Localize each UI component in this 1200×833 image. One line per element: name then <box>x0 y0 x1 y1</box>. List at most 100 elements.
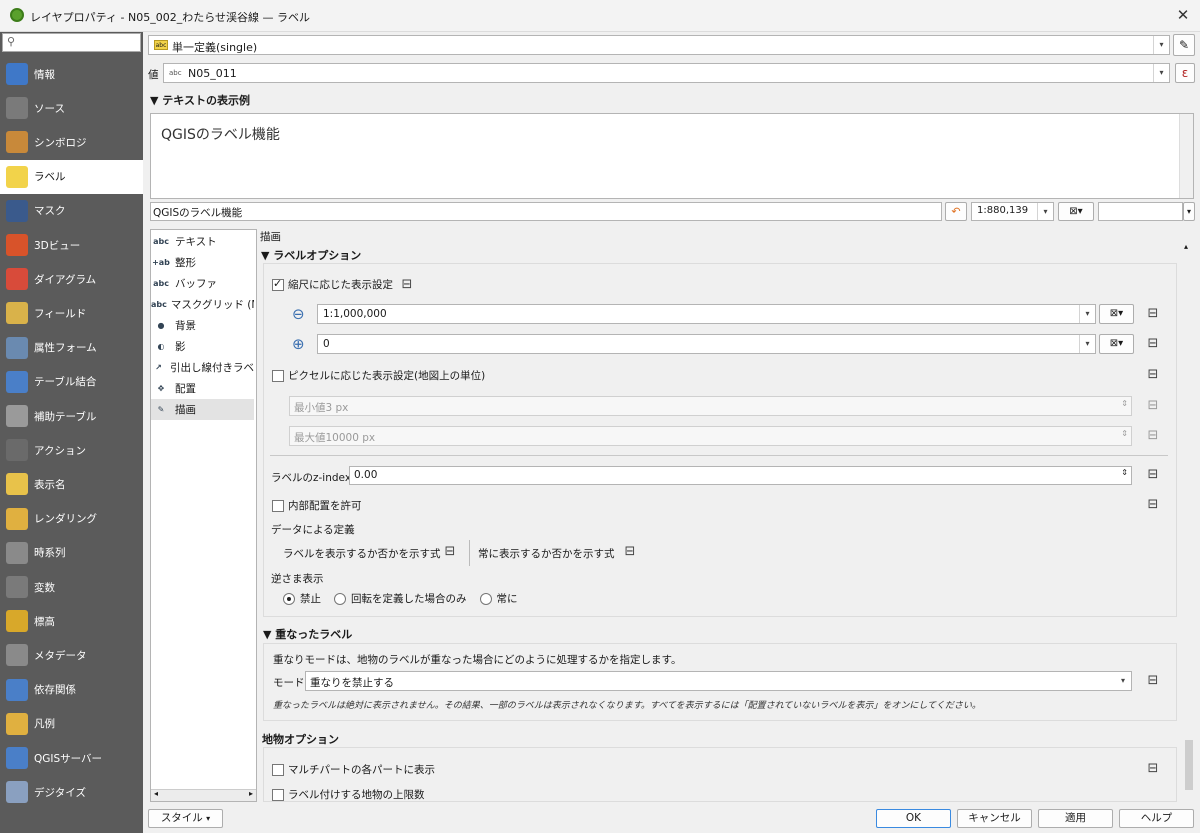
sidebar-search-input[interactable]: ⚲ <box>2 33 141 52</box>
style-label: スタイル <box>160 812 203 824</box>
cancel-button[interactable]: キャンセル <box>957 809 1032 828</box>
sidebar-item-label: マスク <box>34 205 66 218</box>
data-defined-icon[interactable]: ⊟ <box>1143 762 1163 776</box>
sidebar-item-variables[interactable]: 変数 <box>0 570 143 604</box>
multipart-checkbox[interactable] <box>272 763 284 776</box>
data-defined-icon[interactable]: ⊟ <box>1143 337 1163 351</box>
min-scale-map-button[interactable]: ⊠▾ <box>1099 304 1134 324</box>
style-button[interactable]: スタイル ▾ <box>148 809 223 828</box>
sidebar-item-aux-table[interactable]: 補助テーブル <box>0 399 143 433</box>
elevation-icon <box>6 610 28 633</box>
sidebar-item-symbology[interactable]: シンボロジ <box>0 125 143 159</box>
ok-button[interactable]: OK <box>876 809 951 828</box>
help-button[interactable]: ヘルプ <box>1119 809 1194 828</box>
sidebar-item-display[interactable]: 表示名 <box>0 467 143 501</box>
value-field-combo[interactable]: abc N05_011 ▾ <box>163 63 1170 83</box>
label-options-header[interactable]: ▼ ラベルオプション <box>261 247 361 263</box>
radio-always[interactable] <box>479 592 492 605</box>
sidebar-item-label[interactable]: ラベル <box>0 159 143 194</box>
tab-6[interactable]: ↗ 引出し線付きラベ <box>151 357 254 378</box>
render-scrollbar[interactable]: ▴ <box>1182 240 1196 802</box>
data-defined-icon[interactable]: ⊟ <box>1143 674 1163 688</box>
min-scale-combo[interactable]: 1:1,000,000 ▾ <box>317 304 1096 324</box>
label-settings-button[interactable]: ✎ <box>1173 34 1195 56</box>
inside-placement-checkbox[interactable] <box>272 499 284 512</box>
sidebar-item-label: レンダリング <box>34 513 97 526</box>
map-cursor-icon: ⊠▾ <box>1069 206 1083 217</box>
tab-7[interactable]: ✥ 配置 <box>151 378 254 399</box>
sidebar-item-server[interactable]: QGISサーバー <box>0 741 143 775</box>
zindex-spinbox[interactable]: 0.00 ⇕ <box>349 466 1132 485</box>
data-defined-icon[interactable]: ⊟ <box>1143 307 1163 321</box>
max-scale-combo[interactable]: 0 ▾ <box>317 334 1096 354</box>
sidebar-item-temporal[interactable]: 時系列 <box>0 536 143 570</box>
rendering-icon <box>6 507 28 530</box>
preview-scale-combo[interactable]: 1:880,139 ▾ <box>971 202 1054 221</box>
chevron-down-icon: ▾ <box>1120 676 1125 685</box>
min-pixel-spinbox[interactable]: 最小値3 px ⇕ <box>289 396 1132 416</box>
data-defined-icon[interactable]: ⊟ <box>440 545 460 559</box>
tab-1[interactable]: +ab 整形 <box>151 252 254 273</box>
preview-scrollbar[interactable] <box>1179 114 1193 198</box>
overlap-mode-combo[interactable]: 重なりを禁止する ▾ <box>305 671 1132 691</box>
tab-4[interactable]: ● 背景 <box>151 315 254 336</box>
data-defined-icon[interactable]: ⊟ <box>397 277 417 292</box>
sidebar-item-label: ダイアグラム <box>34 273 97 286</box>
sidebar-item-legend[interactable]: 凡例 <box>0 707 143 741</box>
max-scale-map-button[interactable]: ⊠▾ <box>1099 334 1134 354</box>
sidebar-item-elevation[interactable]: 標高 <box>0 604 143 638</box>
tab-0[interactable]: abc テキスト <box>151 231 254 252</box>
data-defined-icon[interactable]: ⊟ <box>620 545 640 559</box>
data-defined-icon[interactable]: ⊟ <box>1143 468 1163 482</box>
pixel-based-row[interactable]: ピクセルに応じた表示設定(地図上の単位) <box>272 368 485 383</box>
preview-background-dropdown[interactable]: ▾ <box>1183 202 1195 221</box>
pixel-based-checkbox[interactable] <box>272 369 284 382</box>
preview-section-title[interactable]: ▼ テキストの表示例 <box>150 92 250 108</box>
inside-placement-row[interactable]: 内部配置を許可 <box>272 498 362 513</box>
expression-button[interactable]: ε <box>1175 63 1195 83</box>
scale-from-map-button[interactable]: ⊠▾ <box>1058 202 1094 221</box>
data-defined-icon[interactable]: ⊟ <box>1143 498 1163 512</box>
scale-based-checkbox-row[interactable]: ✓ 縮尺に応じた表示設定 ⊟ <box>272 277 417 292</box>
sidebar-item-info[interactable]: 情報 <box>0 57 143 91</box>
radio-never[interactable] <box>283 592 295 605</box>
sidebar-item-join[interactable]: テーブル結合 <box>0 365 143 399</box>
close-icon[interactable]: ✕ <box>1172 4 1194 26</box>
label-options-title: ラベルオプション <box>273 249 362 262</box>
tab-8[interactable]: ✎ 描画 <box>151 399 254 420</box>
sidebar-item-metadata[interactable]: メタデータ <box>0 638 143 672</box>
preview-text-input[interactable]: QGISのラベル機能 <box>150 202 942 221</box>
limit-checkbox[interactable] <box>272 788 284 801</box>
sidebar-item-digitize[interactable]: デジタイズ <box>0 775 143 809</box>
preview-background-input[interactable] <box>1098 202 1183 221</box>
sidebar-item-action[interactable]: アクション <box>0 433 143 467</box>
sidebar-item-dependencies[interactable]: 依存関係 <box>0 673 143 707</box>
scale-based-checkbox[interactable]: ✓ <box>272 277 284 291</box>
tab-icon: ✎ <box>157 405 165 414</box>
reset-preview-button[interactable]: ↶ <box>945 202 967 221</box>
max-pixel-spinbox[interactable]: 最大値10000 px ⇕ <box>289 426 1132 446</box>
sidebar-item-source[interactable]: ソース <box>0 91 143 125</box>
tab-5[interactable]: ◐ 影 <box>151 336 254 357</box>
radio-never-label: 禁止 <box>300 593 321 605</box>
sidebar-item-mask[interactable]: マスク <box>0 194 143 228</box>
sidebar-item-form[interactable]: 属性フォーム <box>0 331 143 365</box>
sidebar-item-fields[interactable]: フィールド <box>0 296 143 330</box>
data-defined-icon[interactable]: ⊟ <box>1143 368 1163 382</box>
sidebar-item-rendering[interactable]: レンダリング <box>0 502 143 536</box>
tab-3[interactable]: abc マスクグリッド (M <box>151 294 254 315</box>
apply-button[interactable]: 適用 <box>1038 809 1113 828</box>
radio-defined[interactable] <box>334 592 346 605</box>
chevron-down-icon: ▾ <box>1079 335 1095 353</box>
sidebar-item-diagram[interactable]: ダイアグラム <box>0 262 143 296</box>
limit-row[interactable]: ラベル付けする地物の上限数 <box>272 787 425 802</box>
tab-2[interactable]: abc バッファ <box>151 273 254 294</box>
multipart-row[interactable]: マルチパートの各パートに表示 <box>272 762 435 777</box>
tab-list-scrollbar[interactable]: ◂ ▸ <box>151 789 256 801</box>
overlap-header[interactable]: ▼ 重なったラベル <box>263 626 352 642</box>
label-mode-combo[interactable]: abc 単一定義(single) ▾ <box>148 35 1170 55</box>
tab-icon: ✥ <box>157 384 165 393</box>
symbology-icon <box>6 131 28 154</box>
scrollbar-thumb[interactable] <box>1185 740 1193 790</box>
sidebar-item-3d[interactable]: 3Dビュー <box>0 228 143 262</box>
